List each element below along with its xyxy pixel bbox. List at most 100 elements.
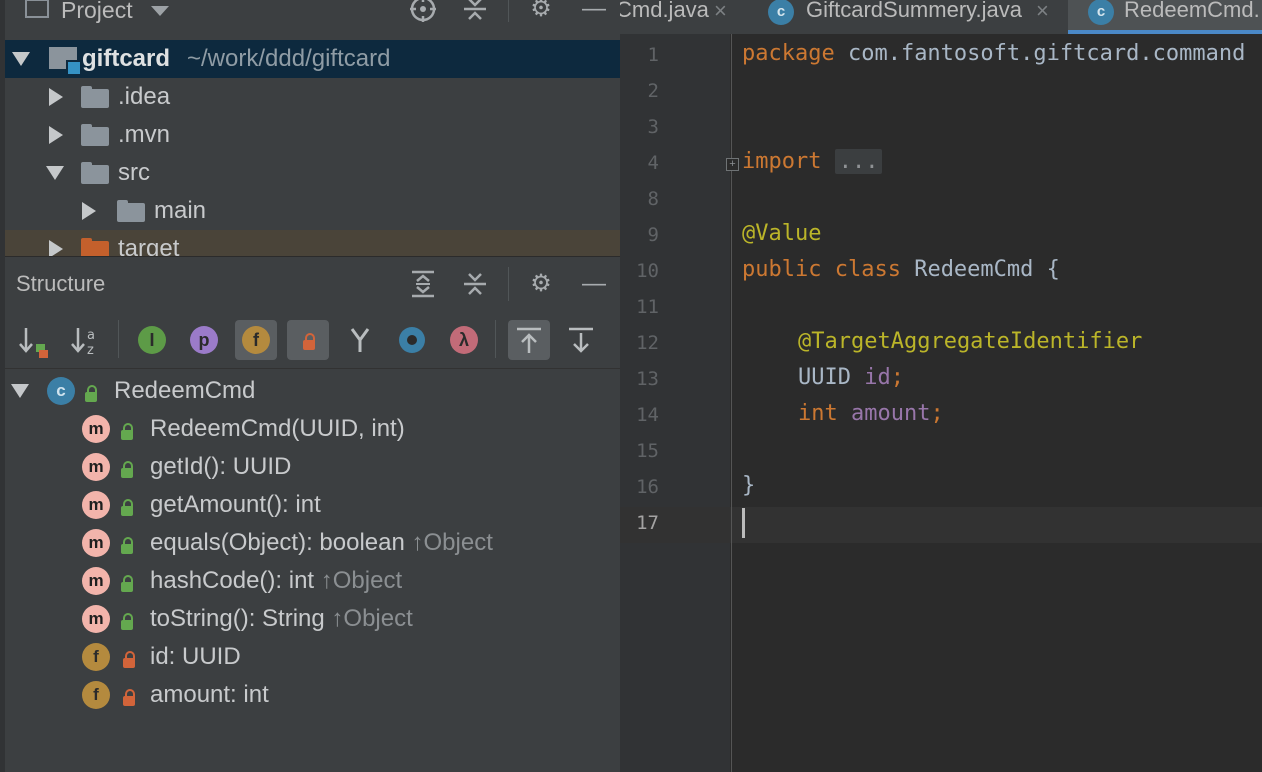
- expand-arrow-icon[interactable]: [11, 384, 29, 398]
- sort-visibility-icon[interactable]: [14, 320, 56, 360]
- tree-row-idea[interactable]: .idea: [5, 78, 620, 116]
- line-number: 11: [636, 296, 659, 318]
- gutter-divider: [731, 34, 732, 772]
- project-panel-title[interactable]: Project: [61, 0, 133, 24]
- code-line-12[interactable]: @TargetAggregateIdentifier: [798, 329, 1142, 354]
- structure-item[interactable]: m RedeemCmd(UUID, int): [5, 410, 620, 448]
- line-number: 17: [636, 512, 659, 534]
- item-signature: toString(): String: [150, 605, 325, 632]
- collapse-all-icon[interactable]: [460, 269, 490, 299]
- code-line-1[interactable]: package com.fantosoft.giftcard.command: [742, 41, 1245, 66]
- editor-area: Cmd.java × c GiftcardSummery.java × c Re…: [620, 0, 1262, 772]
- tab-giftcardsummery-java[interactable]: c GiftcardSummery.java ×: [754, 0, 1072, 34]
- separator: [508, 0, 509, 22]
- class-icon: c: [768, 0, 794, 25]
- show-fields-icon[interactable]: f: [235, 320, 277, 360]
- folder-icon: [117, 200, 145, 222]
- expand-arrow-icon[interactable]: [49, 88, 63, 106]
- expand-arrow-icon[interactable]: [12, 52, 30, 66]
- code-line-9[interactable]: public class RedeemCmd {: [742, 257, 1060, 282]
- expand-all-icon[interactable]: [408, 269, 438, 299]
- line-number: 15: [636, 440, 659, 462]
- close-icon[interactable]: ×: [1036, 0, 1049, 24]
- close-icon[interactable]: ×: [714, 0, 727, 24]
- method-icon: m: [82, 453, 110, 481]
- expand-arrow-icon[interactable]: [49, 126, 63, 144]
- project-panel-header: Project ⚙ —: [5, 0, 620, 36]
- show-properties-icon[interactable]: p: [183, 320, 225, 360]
- item-signature: getId(): UUID: [150, 453, 292, 480]
- structure-item-label: equals(Object): boolean ↑Object: [150, 529, 493, 557]
- code-line-4[interactable]: import ...: [742, 149, 883, 174]
- private-lock-icon: [123, 651, 135, 668]
- tree-row-src[interactable]: src: [5, 154, 620, 192]
- class-icon: c: [47, 377, 75, 405]
- locate-icon[interactable]: [408, 0, 438, 24]
- item-signature: equals(Object): boolean: [150, 529, 405, 556]
- show-inherited-icon[interactable]: I: [131, 320, 173, 360]
- public-lock-icon: [121, 613, 133, 630]
- tree-row-giftcard[interactable]: giftcard ~/work/ddd/giftcard: [5, 40, 620, 78]
- window-icon: [25, 0, 49, 18]
- fold-expand-icon[interactable]: +: [726, 158, 739, 171]
- separator: [118, 320, 119, 358]
- line-number: 12: [636, 332, 659, 354]
- method-icon: m: [82, 491, 110, 519]
- structure-toolbar: az I p f λ: [5, 310, 620, 369]
- chevron-down-icon[interactable]: [151, 6, 169, 16]
- package-name: com.fantosoft.giftcard.command: [834, 41, 1246, 66]
- code-line-8[interactable]: @Value: [742, 221, 821, 246]
- structure-item-label: RedeemCmd(UUID, int): [150, 415, 405, 443]
- code-line-16[interactable]: }: [742, 473, 755, 498]
- item-signature: amount: int: [150, 681, 269, 708]
- show-non-public-icon[interactable]: [287, 320, 329, 360]
- code-line-13[interactable]: UUID id;: [798, 365, 904, 390]
- current-line-highlight: [620, 507, 1262, 543]
- line-number-gutter: [620, 34, 730, 772]
- sort-alpha-icon[interactable]: az: [66, 320, 108, 360]
- class-icon: c: [1088, 0, 1114, 25]
- tree-row-main[interactable]: main: [5, 192, 620, 230]
- inherited-from: ↑Object: [331, 605, 413, 632]
- collapse-all-icon[interactable]: [460, 0, 490, 24]
- line-number: 1: [647, 44, 659, 66]
- structure-item[interactable]: f id: UUID: [5, 638, 620, 676]
- field-icon: f: [82, 643, 110, 671]
- circle-icon[interactable]: [391, 320, 433, 360]
- code-line-14[interactable]: int amount;: [798, 401, 944, 426]
- structure-item[interactable]: f amount: int: [5, 676, 620, 714]
- public-lock-icon: [121, 537, 133, 554]
- merge-icon[interactable]: [339, 320, 381, 360]
- expand-arrow-icon[interactable]: [46, 166, 64, 180]
- folder-icon: [81, 162, 109, 184]
- structure-item[interactable]: m toString(): String ↑Object: [5, 600, 620, 638]
- structure-item[interactable]: m getAmount(): int: [5, 486, 620, 524]
- item-signature: id: UUID: [150, 643, 241, 670]
- public-lock-icon: [121, 423, 133, 440]
- keyword: package: [742, 41, 835, 66]
- annotation: @TargetAggregateIdentifier: [798, 329, 1143, 354]
- tab-label: RedeemCmd.: [1124, 0, 1260, 22]
- lambda-icon[interactable]: λ: [443, 320, 485, 360]
- method-icon: m: [82, 605, 110, 633]
- autoscroll-from-source-icon[interactable]: [508, 320, 550, 360]
- autoscroll-to-source-icon[interactable]: [560, 320, 602, 360]
- structure-item[interactable]: m hashCode(): int ↑Object: [5, 562, 620, 600]
- structure-item-label: getId(): UUID: [150, 453, 291, 481]
- structure-item[interactable]: m equals(Object): boolean ↑Object: [5, 524, 620, 562]
- structure-class-row[interactable]: c RedeemCmd: [5, 372, 620, 410]
- tree-row-mvn[interactable]: .mvn: [5, 116, 620, 154]
- expand-arrow-icon[interactable]: [82, 202, 96, 220]
- tab-cmd-java[interactable]: Cmd.java ×: [620, 0, 746, 34]
- minimize-icon[interactable]: —: [579, 269, 609, 299]
- structure-panel-title: Structure: [16, 271, 106, 296]
- gear-icon[interactable]: ⚙: [526, 0, 556, 24]
- tab-redeemcmd-java[interactable]: c RedeemCmd.: [1068, 0, 1262, 34]
- structure-item[interactable]: m getId(): UUID: [5, 448, 620, 486]
- folded-imports[interactable]: ...: [834, 149, 883, 174]
- gear-icon[interactable]: ⚙: [526, 269, 556, 299]
- structure-tree: c RedeemCmd m RedeemCmd(UUID, int) m get…: [5, 369, 620, 772]
- minimize-icon[interactable]: —: [579, 0, 609, 24]
- public-lock-icon: [121, 499, 133, 516]
- left-tool-window: Project ⚙ — giftcard ~/work/ddd/giftcard…: [0, 0, 620, 772]
